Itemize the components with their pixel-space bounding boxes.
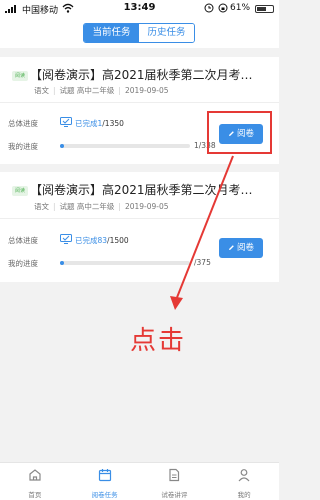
my-progress-fill xyxy=(60,261,64,265)
grade-button[interactable]: 阅卷 xyxy=(219,238,263,258)
overall-progress-label: 总体进度 xyxy=(8,236,38,245)
tab-profile[interactable]: 我的 xyxy=(209,463,279,500)
my-progress-bar xyxy=(60,144,190,148)
task-exam-label: 试题 xyxy=(59,86,75,95)
tab-paper-review[interactable]: 试卷讲评 xyxy=(140,463,210,500)
monitor-icon xyxy=(60,117,72,127)
tab-grading-tasks-label: 阅卷任务 xyxy=(91,491,118,499)
lock-icon xyxy=(218,3,228,13)
battery-icon xyxy=(255,5,274,13)
my-progress-label: 我的进度 xyxy=(8,259,38,268)
tab-history-tasks[interactable]: 历史任务 xyxy=(139,24,194,42)
my-progress-fill xyxy=(60,144,64,148)
done-prefix: 已完成 xyxy=(75,119,98,128)
task-exam-label: 试题 xyxy=(59,202,75,211)
tab-grading-tasks[interactable]: 阅卷任务 xyxy=(70,463,140,500)
monitor-icon xyxy=(60,234,72,244)
done-total: /1350 xyxy=(102,119,124,128)
tab-paper-review-label: 试卷讲评 xyxy=(161,491,188,499)
alarm-icon xyxy=(204,3,214,13)
task-date: 2019-09-05 xyxy=(124,202,169,211)
my-progress-count: /375 xyxy=(194,258,211,267)
task-meta: 语文 | 试题 高中二年级 | 2019-09-05 xyxy=(34,202,169,211)
task-title: 【阅卷演示】高2021届秋季第二次月考… xyxy=(30,68,253,82)
task-card[interactable]: 阅读 【阅卷演示】高2021届秋季第二次月考… 语文 | 试题 高中二年级 | 2019… xyxy=(0,172,279,282)
task-grade: 高中二年级 xyxy=(76,86,115,95)
my-progress-bar xyxy=(60,261,190,265)
calendar-icon xyxy=(98,469,111,482)
task-subject: 语文 xyxy=(34,86,49,95)
task-tabs: 当前任务 历史任务 xyxy=(83,23,195,43)
task-type-badge: 阅读 xyxy=(12,71,28,81)
user-icon xyxy=(238,469,250,482)
overall-progress-value: 已完成1/1350 xyxy=(75,118,124,129)
task-type-badge: 阅读 xyxy=(12,186,28,196)
highlight-box xyxy=(207,111,272,154)
done-prefix: 已完成 xyxy=(75,236,98,245)
tab-home-label: 首页 xyxy=(28,491,42,499)
battery-percent: 61% xyxy=(230,3,251,13)
card-divider xyxy=(0,218,279,219)
home-icon xyxy=(29,469,41,481)
task-tabs-bar: 当前任务 历史任务 xyxy=(0,18,279,48)
my-progress-label: 我的进度 xyxy=(8,142,38,151)
task-date: 2019-09-05 xyxy=(124,86,169,95)
done-count: 83 xyxy=(97,236,108,245)
tab-home[interactable]: 首页 xyxy=(0,463,70,500)
click-annotation: 点击 xyxy=(130,326,187,356)
overall-progress-label: 总体进度 xyxy=(8,119,38,128)
task-meta: 语文 | 试题 高中二年级 | 2019-09-05 xyxy=(34,86,169,95)
pencil-icon xyxy=(228,245,234,250)
task-grade: 高中二年级 xyxy=(76,202,115,211)
card-divider xyxy=(0,102,279,103)
tab-current-tasks[interactable]: 当前任务 xyxy=(84,24,139,42)
done-total: /1500 xyxy=(107,236,129,245)
task-title: 【阅卷演示】高2021届秋季第二次月考… xyxy=(30,183,253,197)
overall-progress-value: 已完成83/1500 xyxy=(75,235,129,246)
grade-button-label: 阅卷 xyxy=(236,243,254,253)
status-bar: 中国移动 13:49 61% xyxy=(0,0,279,18)
bottom-tab-bar: 首页 阅卷任务 试卷讲评 我的 xyxy=(0,462,279,500)
tab-profile-label: 我的 xyxy=(237,491,251,499)
task-subject: 语文 xyxy=(34,202,49,211)
document-icon xyxy=(169,468,180,482)
